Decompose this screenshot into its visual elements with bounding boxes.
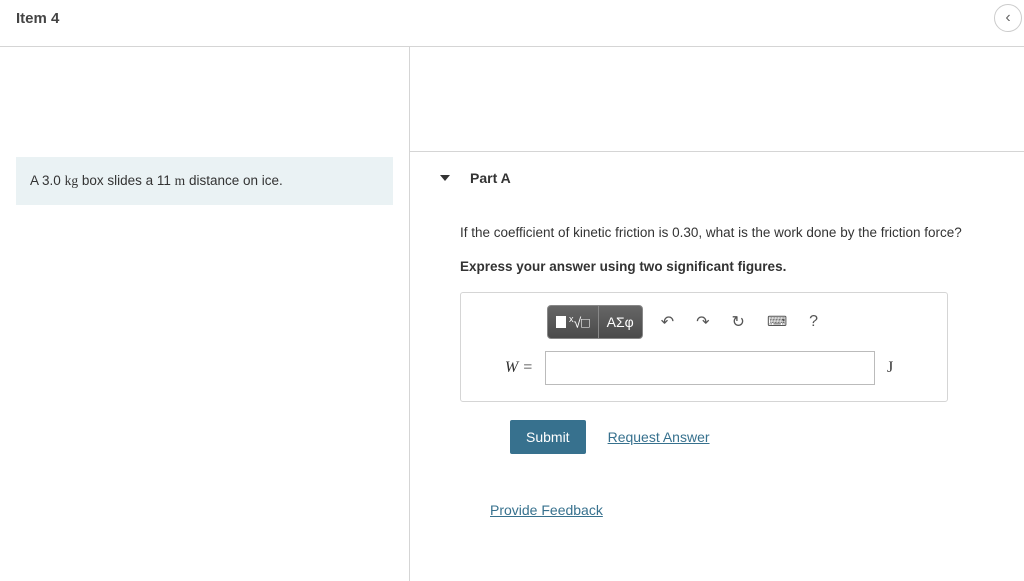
problem-column: A 3.0 kg box slides a 11 m distance on i… xyxy=(0,47,410,581)
tail-text: distance on ice. xyxy=(189,173,283,188)
instruction-text: Express your answer using two significan… xyxy=(460,253,1024,292)
item-title: Item 4 xyxy=(16,10,59,27)
toolbar-group: x√□ ΑΣφ xyxy=(547,305,643,339)
distance-unit: m xyxy=(175,173,186,188)
reset-icon[interactable]: ↻ xyxy=(732,312,745,332)
answer-column: Part A If the coefficient of kinetic fri… xyxy=(410,47,1024,581)
templates-button[interactable]: x√□ xyxy=(548,306,598,338)
equation-row: W = J xyxy=(475,351,933,385)
body-split: A 3.0 kg box slides a 11 m distance on i… xyxy=(0,47,1024,581)
chevron-left-icon: ‹ xyxy=(1005,9,1010,27)
request-answer-link[interactable]: Request Answer xyxy=(608,429,710,445)
answer-input[interactable] xyxy=(545,351,875,385)
box-icon xyxy=(556,316,566,328)
part-content: If the coefficient of kinetic friction i… xyxy=(410,204,1024,518)
verb: box slides a xyxy=(82,173,153,188)
submit-button[interactable]: Submit xyxy=(510,420,586,454)
part-header[interactable]: Part A xyxy=(410,151,1024,204)
collapse-triangle-icon xyxy=(440,175,450,181)
greek-label: ΑΣφ xyxy=(607,314,634,330)
part-label: Part A xyxy=(470,170,511,186)
feedback-link[interactable]: Provide Feedback xyxy=(490,502,603,518)
help-icon[interactable]: ? xyxy=(809,313,818,331)
redo-icon[interactable]: ↷ xyxy=(696,312,709,332)
equation-lhs: W = xyxy=(475,359,533,377)
toolbar-icons: ↶ ↷ ↻ ⌨ ? xyxy=(661,312,818,332)
action-row: Submit Request Answer xyxy=(510,420,1024,454)
distance-value: 11 xyxy=(157,173,171,188)
undo-icon[interactable]: ↶ xyxy=(661,312,674,332)
prev-item-button[interactable]: ‹ xyxy=(994,4,1022,32)
problem-statement: A 3.0 kg box slides a 11 m distance on i… xyxy=(16,157,393,205)
mass-unit: kg xyxy=(65,173,79,188)
page-root: Item 4 ‹ A 3.0 kg box slides a 11 m dist… xyxy=(0,0,1024,581)
equation-toolbar: x√□ ΑΣφ ↶ ↷ ↻ ⌨ ? xyxy=(547,305,933,339)
root-icon: x√□ xyxy=(569,314,590,331)
question-text: If the coefficient of kinetic friction i… xyxy=(460,204,1024,253)
equation-unit: J xyxy=(887,359,893,377)
greek-button[interactable]: ΑΣφ xyxy=(598,306,642,338)
keyboard-icon[interactable]: ⌨ xyxy=(767,313,787,330)
header-bar: Item 4 ‹ xyxy=(0,0,1024,47)
mass-value: 3.0 xyxy=(42,173,61,188)
answer-card: x√□ ΑΣφ ↶ ↷ ↻ ⌨ ? xyxy=(460,292,948,402)
provide-feedback[interactable]: Provide Feedback xyxy=(490,502,1024,518)
